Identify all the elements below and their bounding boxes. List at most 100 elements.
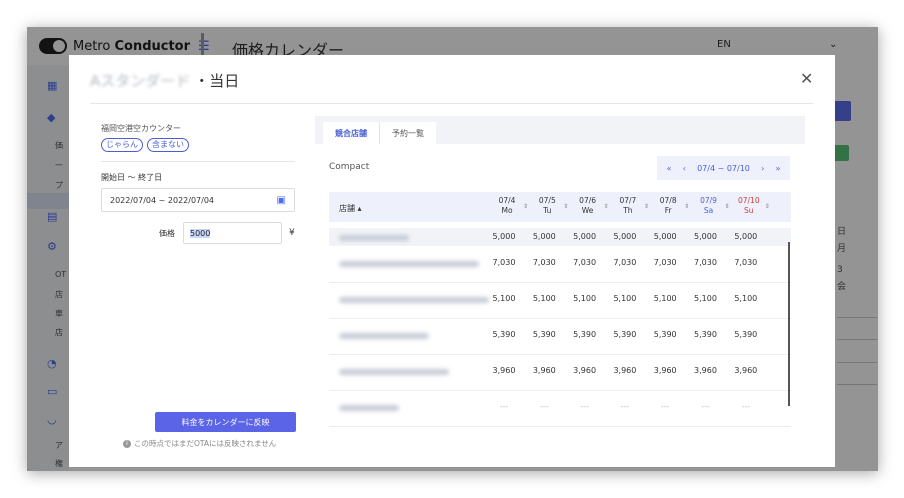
day-date: 07/5 bbox=[538, 196, 556, 205]
date-pager: « ‹ 07/4 ~ 07/10 › » bbox=[657, 156, 790, 180]
day-column-header[interactable]: 07/6 We ⇕ bbox=[571, 196, 608, 216]
store-name-blurred bbox=[339, 235, 409, 241]
price-cell: 5,390 bbox=[734, 330, 758, 339]
modal-title-blurred: Aスタンダード bbox=[90, 72, 191, 90]
view-mode-label[interactable]: Compact bbox=[329, 162, 369, 172]
price-cell: 7,030 bbox=[573, 258, 597, 267]
row-divider bbox=[329, 282, 791, 283]
price-input[interactable]: 5000 bbox=[183, 222, 282, 244]
pager-last-button[interactable]: » bbox=[775, 164, 780, 173]
sort-icon[interactable]: ⇕ bbox=[765, 202, 770, 212]
chip-tax: 含まない bbox=[147, 138, 189, 152]
price-cell: 5,390 bbox=[573, 330, 597, 339]
price-cell: 5,100 bbox=[613, 294, 637, 303]
price-cell: 7,030 bbox=[532, 258, 556, 267]
tab-competitors[interactable]: 競合店舗 bbox=[323, 122, 379, 144]
price-cell: 5,000 bbox=[734, 232, 758, 241]
apply-note: i この時点ではまだOTAには反映されません bbox=[123, 438, 276, 449]
price-cell: 5,100 bbox=[734, 294, 758, 303]
price-cell: 3,960 bbox=[613, 366, 637, 375]
pager-first-button[interactable]: « bbox=[667, 164, 672, 173]
day-date: 07/4 bbox=[498, 196, 516, 205]
price-cell: --- bbox=[499, 402, 509, 411]
day-of-week: Fr bbox=[664, 206, 672, 215]
info-icon: i bbox=[123, 439, 131, 448]
form-divider bbox=[101, 161, 295, 162]
day-of-week: Mo bbox=[501, 206, 513, 215]
price-cell: 5,000 bbox=[532, 232, 556, 241]
price-modal: Aスタンダード ・当日 ✕ 福岡空港空カウンター じゃらん 含まない 開始日 ～… bbox=[69, 55, 835, 467]
day-of-week: Su bbox=[744, 206, 754, 215]
calendar-icon[interactable]: ▣ bbox=[277, 195, 286, 206]
date-range-input[interactable]: 2022/07/04 ~ 2022/07/04 ▣ bbox=[101, 188, 295, 212]
chip-ota: じゃらん bbox=[101, 138, 143, 152]
modal-title-suffix: ・当日 bbox=[194, 72, 240, 90]
price-cell: 3,960 bbox=[492, 366, 516, 375]
apply-to-calendar-button[interactable]: 料金をカレンダーに反映 bbox=[155, 412, 296, 432]
sort-icon[interactable]: ⇕ bbox=[644, 202, 649, 212]
sort-icon[interactable]: ⇕ bbox=[523, 202, 528, 212]
price-cell: 5,000 bbox=[492, 232, 516, 241]
price-cell: 5,000 bbox=[613, 232, 637, 241]
price-cell: 3,960 bbox=[653, 366, 677, 375]
price-cell: 5,100 bbox=[694, 294, 717, 303]
price-cell: --- bbox=[701, 402, 710, 411]
pager-next-button[interactable]: › bbox=[761, 164, 764, 173]
table-scrollbar[interactable] bbox=[788, 242, 790, 406]
modal-title: Aスタンダード ・当日 bbox=[90, 70, 239, 91]
sort-icon[interactable]: ⇕ bbox=[604, 202, 609, 212]
price-cell: --- bbox=[580, 402, 589, 411]
price-cell: --- bbox=[620, 402, 630, 411]
day-column-header[interactable]: 07/9 Sa ⇕ bbox=[692, 196, 729, 216]
competitor-panel: 競合店舗 予約一覧 Compact « ‹ 07/4 ~ 07/10 › » 店… bbox=[315, 116, 805, 448]
day-column-header[interactable]: 07/8 Fr ⇕ bbox=[651, 196, 689, 216]
price-cell: 5,000 bbox=[653, 232, 677, 241]
price-cell: --- bbox=[539, 402, 549, 411]
price-cell: 5,390 bbox=[613, 330, 637, 339]
price-cell: 5,390 bbox=[694, 330, 717, 339]
sort-icon[interactable]: ⇕ bbox=[563, 202, 568, 212]
pager-prev-button[interactable]: ‹ bbox=[683, 164, 686, 173]
price-cell: 3,960 bbox=[734, 366, 758, 375]
day-date: 07/6 bbox=[579, 196, 597, 205]
row-divider bbox=[329, 426, 791, 427]
day-of-week: We bbox=[581, 206, 594, 215]
price-cell: --- bbox=[741, 402, 751, 411]
store-name-blurred bbox=[339, 261, 479, 267]
date-range-value: 2022/07/04 ~ 2022/07/04 bbox=[110, 195, 215, 205]
sort-icon[interactable]: ⇕ bbox=[724, 202, 729, 212]
price-cell: 5,390 bbox=[492, 330, 516, 339]
price-cell: 7,030 bbox=[492, 258, 516, 267]
store-column-header[interactable]: 店舗 ▴ bbox=[339, 203, 362, 214]
price-label: 価格 bbox=[159, 229, 175, 238]
day-column-header[interactable]: 07/7 Th ⇕ bbox=[611, 196, 648, 216]
day-date: 07/9 bbox=[700, 196, 717, 205]
modal-divider bbox=[90, 103, 813, 104]
ota-chips: じゃらん 含まない bbox=[101, 138, 189, 152]
price-cell: 7,030 bbox=[653, 258, 677, 267]
store-name-blurred bbox=[339, 369, 449, 375]
day-date: 07/10 bbox=[737, 196, 760, 205]
row-divider bbox=[329, 318, 791, 319]
close-button[interactable]: ✕ bbox=[800, 69, 813, 88]
price-cell: --- bbox=[660, 402, 670, 411]
price-value: 5000 bbox=[190, 228, 211, 238]
price-cell: 5,000 bbox=[573, 232, 597, 241]
day-column-header[interactable]: 07/10 Su ⇕ bbox=[732, 196, 770, 216]
day-of-week: Th bbox=[623, 206, 633, 215]
day-date: 07/8 bbox=[659, 196, 677, 205]
store-name-blurred bbox=[339, 297, 489, 303]
store-name-blurred bbox=[339, 333, 429, 339]
day-column-header[interactable]: 07/5 Tu ⇕ bbox=[530, 196, 568, 216]
price-cell: 5,390 bbox=[653, 330, 677, 339]
price-cell: 5,100 bbox=[532, 294, 556, 303]
panel-tabs: 競合店舗 予約一覧 bbox=[323, 122, 436, 144]
day-column-header[interactable]: 07/4 Mo ⇕ bbox=[490, 196, 528, 216]
sort-icon[interactable]: ⇕ bbox=[684, 202, 689, 212]
price-cell: 7,030 bbox=[694, 258, 717, 267]
table-header: 店舗 ▴ 07/4 Mo ⇕ 07/5 Tu ⇕ 07/6 We ⇕ 07/7 Th ⇕ 07/8 Fr ⇕… bbox=[329, 192, 791, 222]
price-cell: 5,390 bbox=[532, 330, 556, 339]
tab-reservations[interactable]: 予約一覧 bbox=[379, 122, 436, 144]
price-cell: 5,100 bbox=[653, 294, 677, 303]
competitor-table-card: Compact « ‹ 07/4 ~ 07/10 › » 店舗 ▴ 07/4 Mo… bbox=[315, 144, 805, 448]
